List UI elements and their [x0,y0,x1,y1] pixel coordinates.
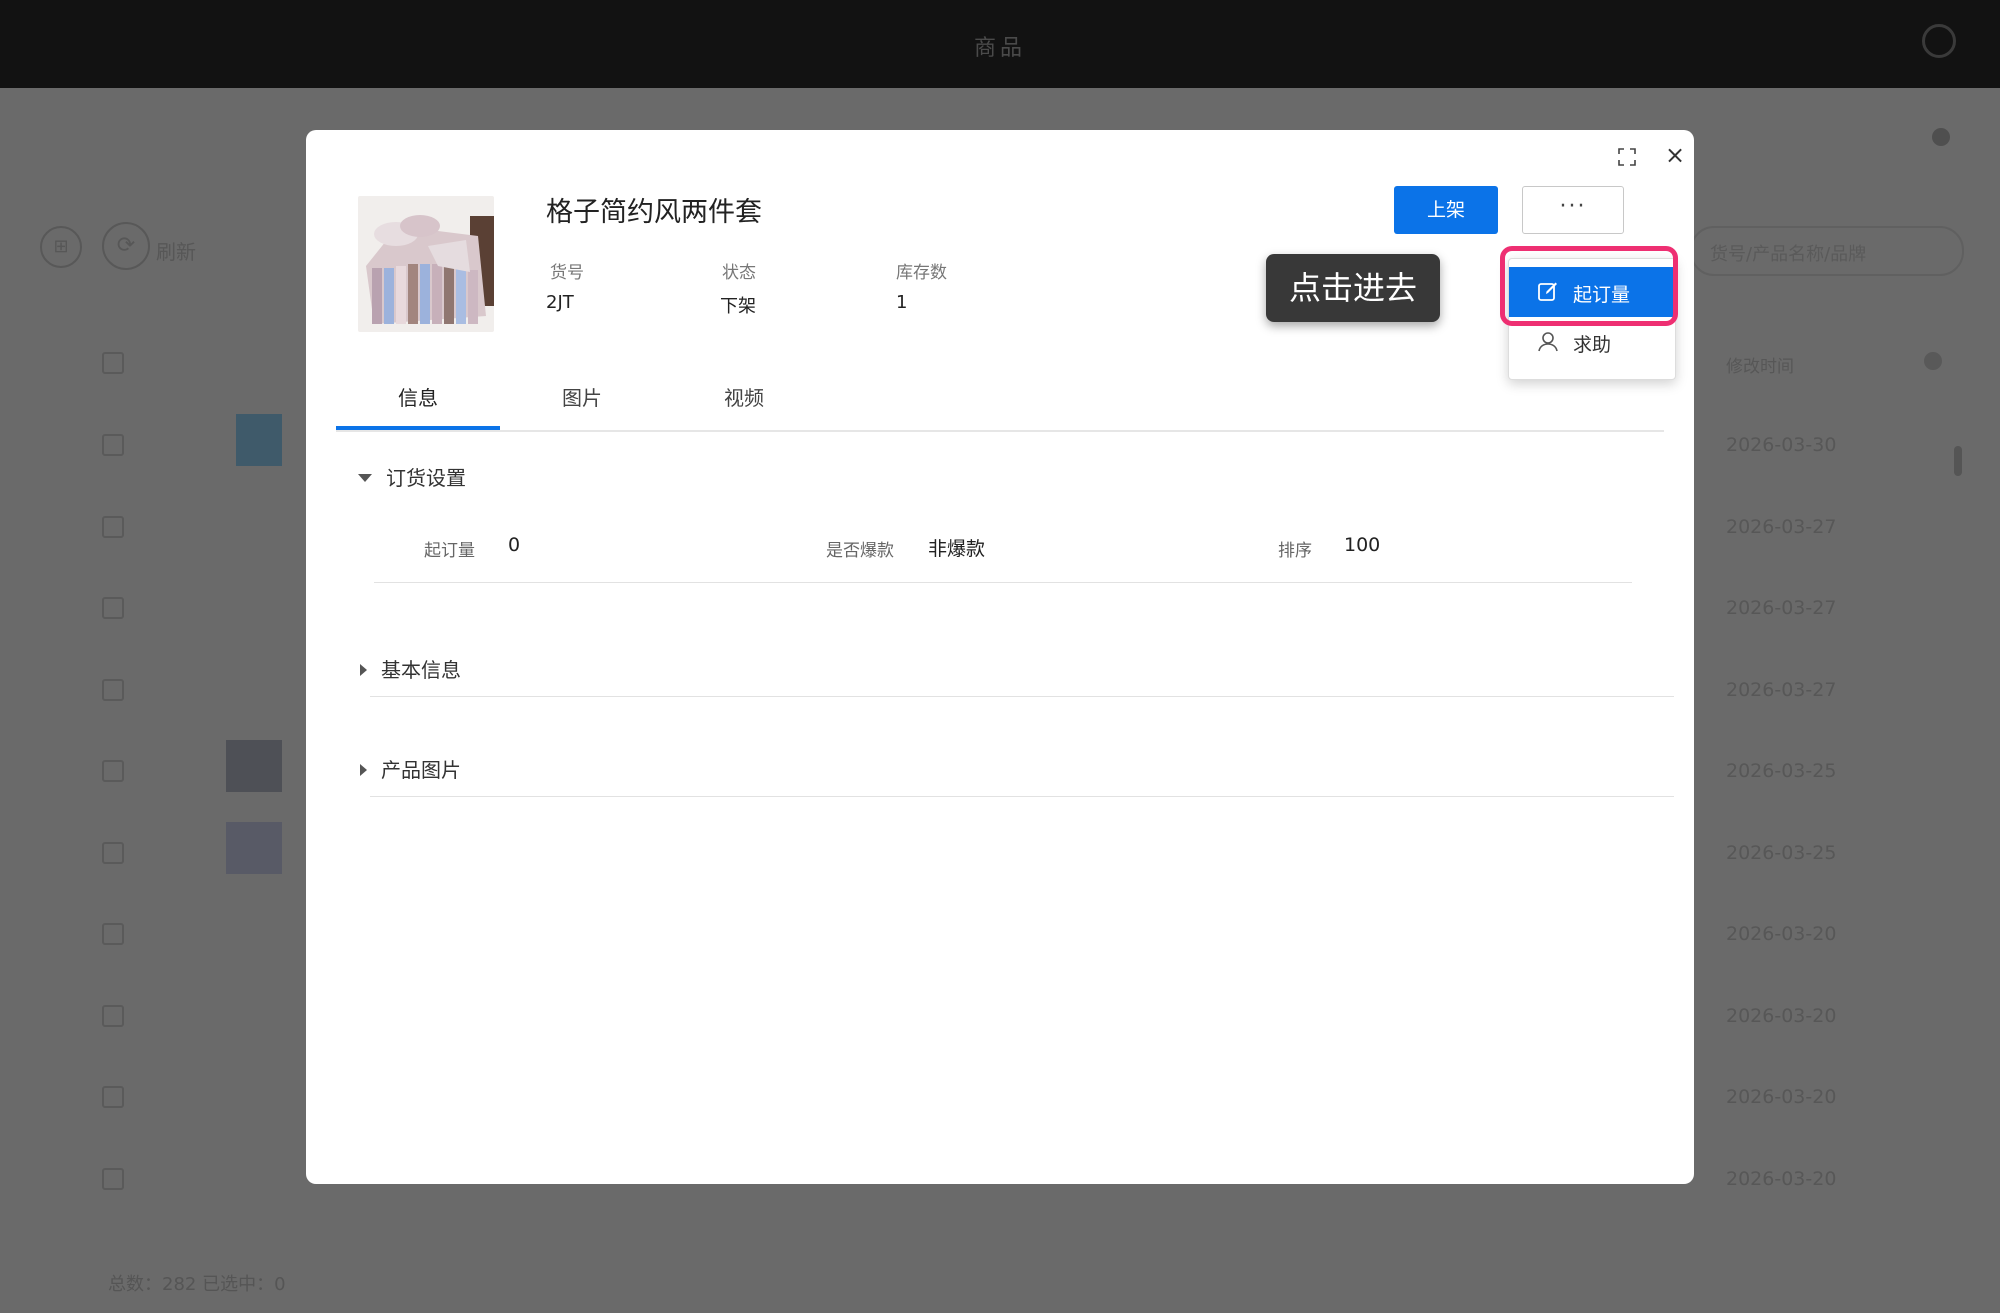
row-checkbox[interactable] [102,1168,124,1190]
row-date: 2026-03-27 [1726,516,1837,538]
row-date: 2026-03-25 [1726,760,1837,782]
fullscreen-icon[interactable] [1618,148,1636,166]
hot-item-label: 是否爆款 [826,541,894,561]
table-footer-summary: 总数：282 已选中：0 [108,1274,286,1295]
stock-label: 库存数 [896,263,947,283]
row-date: 2026-03-20 [1726,923,1837,945]
close-icon[interactable]: × [1662,142,1688,168]
more-actions-button[interactable]: ··· [1522,186,1624,234]
row-checkbox[interactable] [102,760,124,782]
section-order-settings-label: 订货设置 [386,466,466,490]
row-date: 2026-03-27 [1726,679,1837,701]
row-checkbox[interactable] [102,516,124,538]
click-hint-tooltip: 点击进去 [1266,254,1440,322]
divider [374,582,1632,583]
row-date: 2026-03-30 [1726,434,1837,456]
tab-videos[interactable]: 视频 [662,374,826,430]
settings-dot-icon[interactable] [1932,128,1950,146]
sku-label: 货号 [550,263,584,283]
row-checkbox[interactable] [102,679,124,701]
divider [370,696,1674,697]
moq-value: 0 [508,534,521,556]
row-date: 2026-03-27 [1726,597,1837,619]
row-thumbnail [236,414,282,466]
section-basic-info-label: 基本信息 [381,658,461,682]
row-date: 2026-03-20 [1726,1168,1837,1190]
detail-tabs: 信息 图片 视频 [336,374,1664,432]
caret-right-icon [360,664,367,676]
select-all-checkbox[interactable] [102,352,124,374]
row-thumbnail [226,740,282,792]
stock-value: 1 [896,292,908,313]
column-settings-icon[interactable] [1924,352,1942,370]
highlight-annotation-box [1500,246,1678,326]
dropdown-item-help-label: 求助 [1573,334,1612,356]
row-checkbox[interactable] [102,1005,124,1027]
row-date: 2026-03-25 [1726,842,1837,864]
divider [370,796,1674,797]
hot-item-value: 非爆款 [928,538,986,560]
search-placeholder: 货号/产品名称/品牌 [1710,244,1867,265]
background-search-input[interactable]: 货号/产品名称/品牌 [1690,226,1964,276]
grid-icon[interactable]: ⊞ [40,226,82,268]
caret-right-icon [360,764,367,776]
section-product-images-label: 产品图片 [381,758,461,782]
sort-label: 排序 [1278,541,1312,561]
sort-value: 100 [1344,534,1381,556]
product-detail-modal: × 格子简约风两件套 货号 2JT 状态 下架 库存数 1 上架 ··· 点击进… [306,130,1694,1184]
sku-value: 2JT [546,292,574,313]
refresh-label[interactable]: 刷新 [156,236,196,265]
column-header-modified: 修改时间 [1726,357,1794,377]
row-checkbox[interactable] [102,1086,124,1108]
status-value: 下架 [720,296,756,317]
section-basic-info[interactable]: 基本信息 [360,654,461,683]
row-date: 2026-03-20 [1726,1005,1837,1027]
window-title: 商品 [973,36,1026,61]
row-checkbox[interactable] [102,842,124,864]
refresh-icon[interactable]: ⟳ [102,222,150,270]
section-product-images[interactable]: 产品图片 [360,754,461,783]
row-checkbox[interactable] [102,434,124,456]
tab-images[interactable]: 图片 [500,374,664,430]
row-checkbox[interactable] [102,597,124,619]
list-on-shelf-button[interactable]: 上架 [1394,186,1498,234]
tab-info[interactable]: 信息 [336,374,500,430]
section-order-settings[interactable]: 订货设置 [358,462,466,491]
moq-label: 起订量 [424,541,475,561]
status-label: 状态 [722,263,756,283]
app-topbar: 商品 [0,0,2000,88]
product-title: 格子简约风两件套 [546,197,762,228]
row-thumbnail [226,822,282,874]
row-checkbox[interactable] [102,923,124,945]
user-icon [1538,332,1558,352]
product-image [358,196,494,332]
close-window-icon[interactable] [1922,24,1956,58]
row-date: 2026-03-20 [1726,1086,1837,1108]
caret-down-icon [358,474,372,482]
